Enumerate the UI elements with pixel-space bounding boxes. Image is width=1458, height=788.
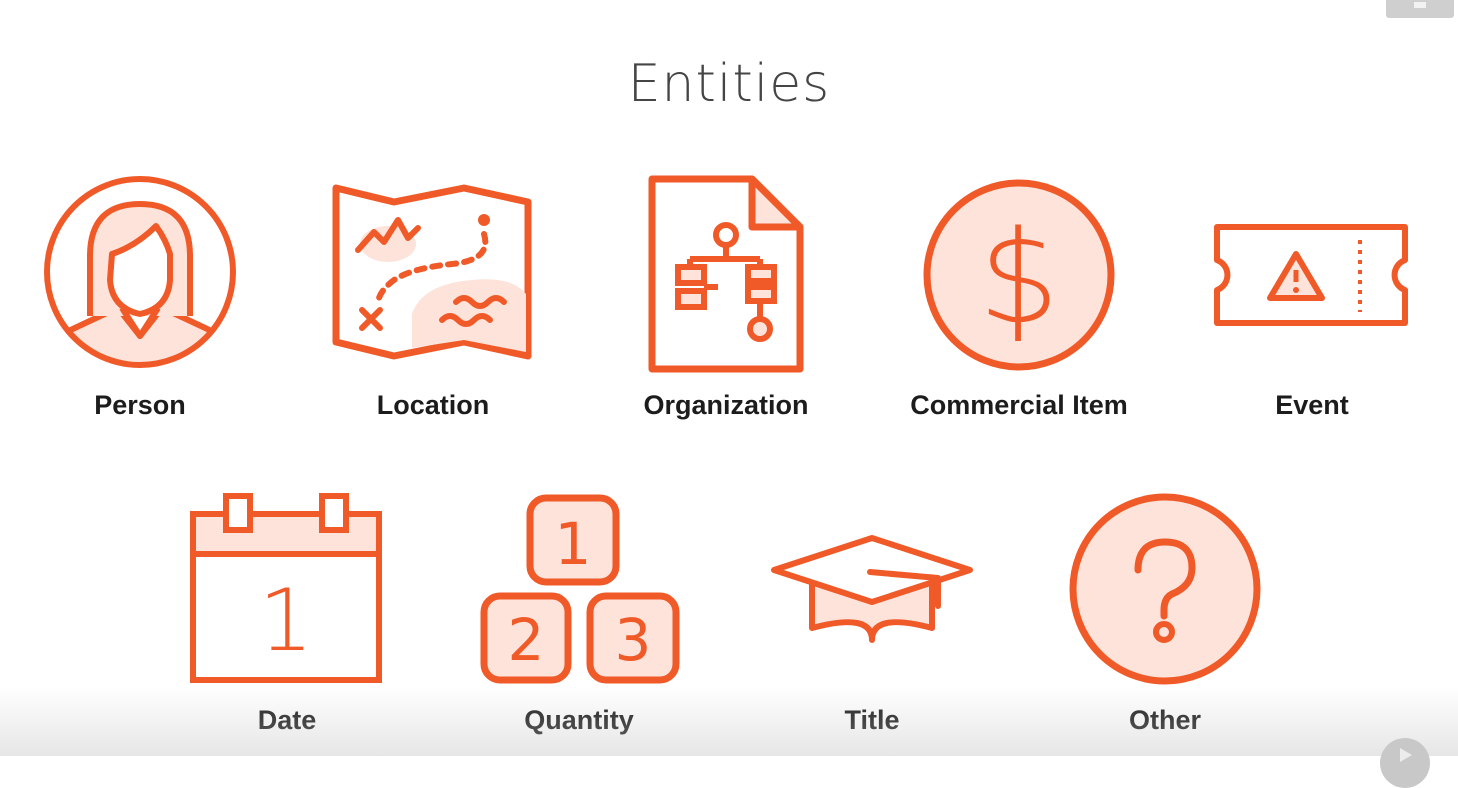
calendar-day: 1 bbox=[259, 571, 314, 671]
block-two: 2 bbox=[508, 606, 545, 674]
play-button[interactable] bbox=[1380, 738, 1430, 788]
entity-label-other: Other bbox=[1128, 705, 1201, 735]
dollar-coin-icon: $ bbox=[923, 179, 1115, 371]
number-blocks-icon: 1 2 3 bbox=[480, 494, 680, 684]
entity-label-title: Title bbox=[844, 705, 900, 735]
entity-label-date: Date bbox=[257, 705, 317, 735]
question-circle-icon bbox=[1069, 493, 1261, 685]
entity-label-organization: Organization bbox=[643, 390, 809, 420]
entity-label-person: Person bbox=[94, 390, 186, 420]
entity-label-commercial-item: Commercial Item bbox=[910, 390, 1128, 420]
block-three: 3 bbox=[615, 606, 652, 674]
graduation-cap-icon bbox=[771, 535, 973, 643]
entity-label-location: Location bbox=[376, 390, 490, 420]
dollar-glyph: $ bbox=[978, 204, 1059, 353]
window-control-button[interactable] bbox=[1386, 0, 1454, 18]
slide-title: Entities bbox=[627, 54, 831, 114]
map-icon bbox=[332, 184, 532, 360]
calendar-icon: 1 bbox=[190, 493, 382, 683]
entity-label-event: Event bbox=[1275, 390, 1349, 420]
person-icon bbox=[44, 176, 236, 368]
entity-label-quantity: Quantity bbox=[524, 705, 634, 735]
block-one: 1 bbox=[555, 510, 592, 578]
ticket-icon bbox=[1214, 224, 1408, 326]
org-chart-document-icon bbox=[648, 175, 804, 373]
